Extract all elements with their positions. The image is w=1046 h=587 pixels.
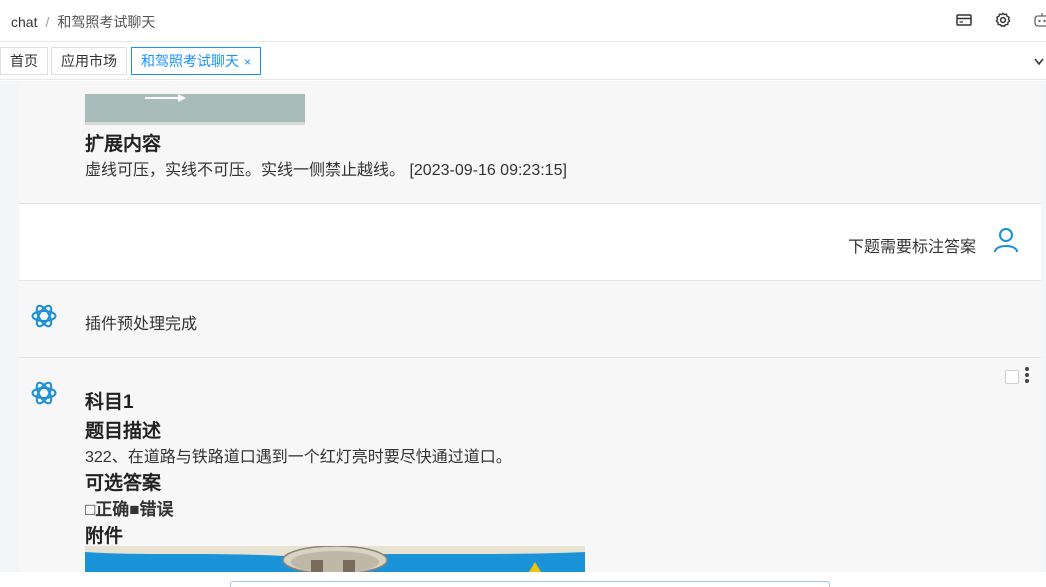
- tab-home[interactable]: 首页: [0, 47, 48, 75]
- extension-text: 虚线可压，实线不可压。实线一侧禁止越线。 [2023-09-16 09:23:1…: [85, 162, 567, 179]
- message-input[interactable]: [230, 581, 830, 587]
- tab-driving-exam-chat[interactable]: 和驾照考试聊天 ×: [131, 47, 262, 75]
- breadcrumb-root[interactable]: chat: [11, 14, 37, 30]
- user-avatar-icon: [994, 228, 1018, 253]
- breadcrumb-current: 和驾照考试聊天: [57, 14, 156, 30]
- attachment-heading: 附件: [85, 526, 124, 547]
- chevron-down-icon[interactable]: [1032, 56, 1046, 68]
- options-heading: 可选答案: [85, 473, 162, 494]
- user-message-text: 下题需要标注答案: [848, 239, 977, 256]
- openai-icon: [31, 304, 57, 328]
- close-icon[interactable]: ×: [244, 55, 251, 69]
- top-bar: chat / 和驾照考试聊天: [0, 0, 1046, 42]
- description-heading: 题目描述: [85, 421, 162, 442]
- breadcrumb: chat / 和驾照考试聊天: [11, 12, 155, 32]
- breadcrumb-separator: /: [45, 14, 50, 30]
- extension-heading: 扩展内容: [85, 134, 162, 155]
- tab-label: 首页: [10, 53, 38, 69]
- more-options-icon[interactable]: [1024, 367, 1030, 385]
- tab-label: 和驾照考试聊天: [141, 53, 239, 69]
- select-checkbox[interactable]: [1005, 370, 1019, 384]
- plugin-text: 插件预处理完成: [85, 316, 198, 333]
- attachment-image: [85, 546, 585, 572]
- answer-options: □正确■错误: [85, 500, 174, 519]
- question-description: 322、在道路与铁路道口遇到一个红灯亮时要尽快通过道口。: [85, 449, 512, 466]
- robot-icon[interactable]: [1033, 11, 1046, 29]
- openai-icon: [31, 381, 57, 405]
- card-icon[interactable]: [955, 11, 973, 29]
- subject-heading: 科目1: [85, 392, 134, 413]
- tab-app-market[interactable]: 应用市场: [51, 47, 127, 75]
- gear-icon[interactable]: [994, 11, 1012, 29]
- attachment-image: [85, 94, 305, 125]
- tabs-bar: 首页 应用市场 和驾照考试聊天 ×: [0, 42, 1046, 80]
- tab-label: 应用市场: [61, 53, 117, 69]
